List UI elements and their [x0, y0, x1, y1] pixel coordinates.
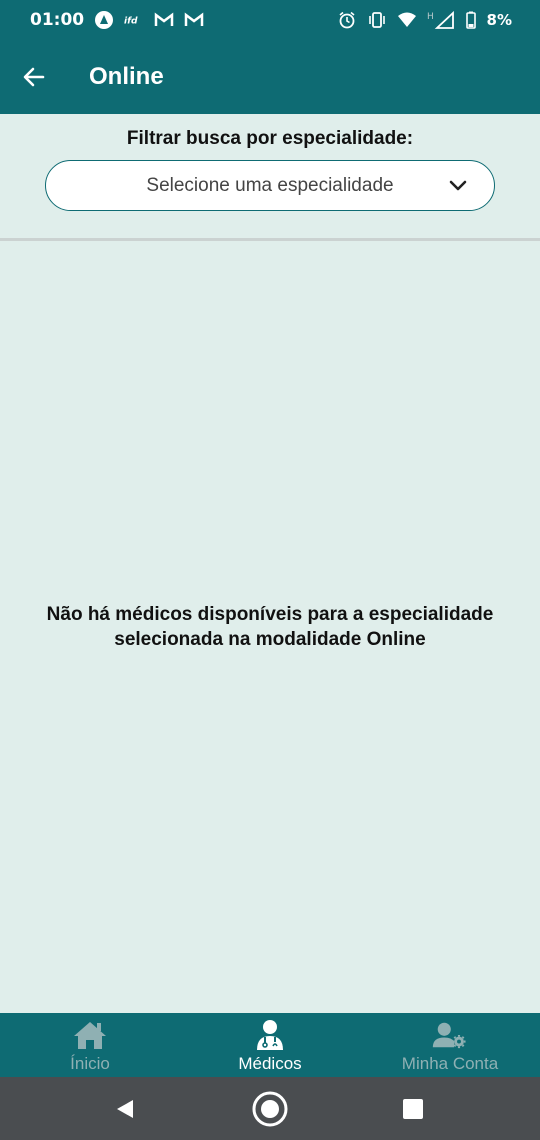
- chevron-down-icon: [448, 176, 468, 196]
- divider: [0, 238, 540, 241]
- home-icon: [72, 1019, 108, 1051]
- app-bar: Online: [0, 40, 540, 114]
- battery-icon: [465, 10, 477, 30]
- bottom-navigation: Ínicio Médicos Minha Conta: [0, 1013, 540, 1077]
- svg-text:ifd: ifd: [124, 17, 138, 27]
- back-button[interactable]: [14, 57, 54, 97]
- status-right: H 8%: [337, 10, 512, 30]
- filter-label: Filtrar busca por especialidade:: [126, 128, 414, 149]
- user-settings-icon: [432, 1019, 468, 1051]
- nav-label-minha-conta: Minha Conta: [401, 1054, 499, 1073]
- doctor-icon: [252, 1019, 288, 1051]
- nav-item-minha-conta[interactable]: Minha Conta: [360, 1013, 540, 1077]
- ifood-notification-icon: ifd: [124, 10, 144, 30]
- vibrate-icon: [367, 10, 387, 30]
- system-back-button[interactable]: [95, 1079, 155, 1139]
- circle-home-icon: [252, 1091, 288, 1126]
- arrow-left-icon: [23, 67, 45, 87]
- svg-text:H: H: [427, 12, 434, 22]
- battery-percentage: 8%: [486, 11, 512, 29]
- system-home-button[interactable]: [240, 1079, 300, 1139]
- signal-icon: H: [427, 10, 455, 30]
- gmail-icon: [184, 10, 204, 30]
- system-navigation-bar: [0, 1077, 540, 1140]
- square-recents-icon: [403, 1098, 423, 1119]
- alarm-icon: [337, 10, 357, 30]
- nav-item-inicio[interactable]: Ínicio: [0, 1013, 180, 1077]
- app-notification-icon: [94, 10, 114, 30]
- empty-state-line-2: selecionada na modalidade Online: [114, 629, 426, 650]
- empty-state-message: Não há médicos disponíveis para a especi…: [20, 602, 520, 652]
- empty-state-line-1: Não há médicos disponíveis para a especi…: [46, 604, 494, 625]
- nav-label-inicio: Ínicio: [70, 1054, 110, 1073]
- wifi-icon: [397, 10, 417, 30]
- system-recents-button[interactable]: [383, 1079, 443, 1139]
- status-bar: 01:00 ifd H 8%: [0, 0, 540, 40]
- specialty-select[interactable]: Selecione uma especialidade: [45, 160, 495, 211]
- nav-item-medicos[interactable]: Médicos: [180, 1013, 360, 1077]
- page-title: Online: [89, 63, 164, 90]
- status-left: 01:00 ifd: [30, 10, 204, 30]
- gmail-icon: [154, 10, 174, 30]
- nav-label-medicos: Médicos: [238, 1054, 302, 1073]
- specialty-select-value: Selecione uma especialidade: [146, 174, 394, 196]
- status-time: 01:00: [30, 10, 85, 30]
- triangle-back-icon: [117, 1099, 133, 1118]
